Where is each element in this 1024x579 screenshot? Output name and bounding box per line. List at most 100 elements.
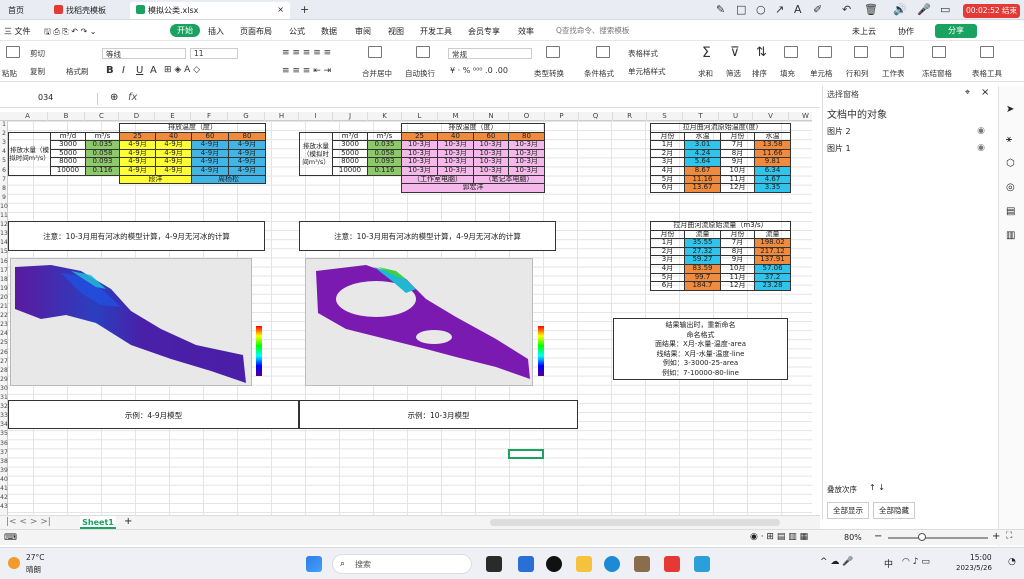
cells-button[interactable]: 单元格 xyxy=(810,68,833,79)
clock-date[interactable]: 2023/5/26 xyxy=(956,564,992,572)
t1-cell[interactable]: 4-9月 xyxy=(228,148,266,159)
t2-cell[interactable]: 5000 xyxy=(332,148,368,159)
fullscreen-icon[interactable]: ⛶ xyxy=(1006,531,1012,541)
t1-cell[interactable]: 4-9月 xyxy=(155,148,192,159)
fill-icon[interactable] xyxy=(784,46,798,58)
t2-cell[interactable]: 10-3月 xyxy=(508,165,545,176)
camera-icon[interactable]: ▭ xyxy=(940,3,950,16)
column-header[interactable]: D xyxy=(119,112,155,121)
t2-cell[interactable]: 10-3月 xyxy=(437,157,474,167)
copy-button[interactable]: 复制 xyxy=(30,66,45,77)
t1-cell[interactable]: 3000 xyxy=(50,140,86,150)
t4-cell[interactable]: 11月 xyxy=(720,272,755,283)
merge-button[interactable]: 合并居中 xyxy=(362,68,392,79)
close-pane-icon[interactable]: × xyxy=(981,87,989,98)
rowcol-button[interactable]: 行和列 xyxy=(846,68,869,79)
row-header[interactable]: 34 xyxy=(0,421,8,428)
row-header[interactable]: 32 xyxy=(0,403,8,410)
column-header[interactable]: K xyxy=(368,112,402,121)
number-format-icons[interactable]: ¥ · % ⁰⁰⁰ .0 .00 xyxy=(450,66,508,75)
delete-icon[interactable]: 🗑 xyxy=(864,3,878,16)
row-header[interactable]: 13 xyxy=(0,230,8,237)
t3-cell[interactable]: 8.67 xyxy=(684,165,721,176)
row-header[interactable]: 38 xyxy=(0,458,8,465)
format-painter-button[interactable]: 格式刷 xyxy=(66,66,89,77)
row-header[interactable]: 16 xyxy=(0,258,8,265)
sort-button[interactable]: 排序 xyxy=(752,68,767,79)
column-header[interactable]: H xyxy=(265,112,299,121)
fx-icon[interactable]: fx xyxy=(128,92,137,103)
column-header[interactable]: I xyxy=(299,112,333,121)
sheet-nav-icons[interactable]: |< < > >| xyxy=(6,517,51,527)
sheet-tab-sheet1[interactable]: Sheet1 xyxy=(80,516,116,529)
t3-cell[interactable]: 11.16 xyxy=(684,174,721,185)
t2-cell[interactable]: 10-3月 xyxy=(437,148,474,159)
row-header[interactable]: 19 xyxy=(0,285,8,292)
column-header[interactable]: W xyxy=(789,112,823,121)
t4-cell[interactable]: 59.27 xyxy=(684,255,721,265)
row-header[interactable]: 2 xyxy=(0,130,8,137)
row-header[interactable]: 29 xyxy=(0,376,8,383)
row-header[interactable]: 12 xyxy=(0,221,8,228)
table-style-button[interactable]: 表格样式 xyxy=(628,48,658,59)
t1-cell[interactable]: 4-9月 xyxy=(119,157,156,167)
row-header[interactable]: 1 xyxy=(0,121,8,128)
convert-icon[interactable] xyxy=(546,46,560,58)
row-header[interactable]: 4 xyxy=(0,148,8,155)
record-stop-button[interactable]: 00:02:52 结束 xyxy=(963,4,1020,18)
column-header[interactable]: Q xyxy=(579,112,613,121)
t1-cell[interactable]: 8000 xyxy=(50,157,86,167)
app-icon[interactable] xyxy=(634,556,650,572)
row-header[interactable]: 37 xyxy=(0,449,8,456)
t4-cell[interactable]: 3月 xyxy=(650,255,685,265)
sheet-button[interactable]: 工作表 xyxy=(882,68,905,79)
t2-cell[interactable]: 10-3月 xyxy=(473,148,509,159)
t2-cell[interactable]: 10-3月 xyxy=(473,140,509,150)
t2-cell[interactable]: 10-3月 xyxy=(508,148,545,159)
show-all-button[interactable]: 全部显示 xyxy=(827,502,869,519)
t3-cell[interactable]: 11.66 xyxy=(753,148,792,159)
t2-cell[interactable]: 10-3月 xyxy=(401,140,438,150)
t1-cell[interactable]: 10000 xyxy=(50,165,86,176)
row-header[interactable]: 22 xyxy=(0,312,8,319)
zoom-slider-thumb[interactable] xyxy=(918,533,926,541)
filter-button[interactable]: 筛选 xyxy=(726,68,741,79)
column-header[interactable]: E xyxy=(155,112,191,121)
object-item[interactable]: 图片 2 ◉ xyxy=(827,126,985,139)
t3-cell[interactable]: 12月 xyxy=(720,183,755,193)
task-view-icon[interactable] xyxy=(486,556,502,572)
row-header[interactable]: 28 xyxy=(0,367,8,374)
cond-format-button[interactable]: 条件格式 xyxy=(584,68,614,79)
fill-button[interactable]: 填充 xyxy=(780,68,795,79)
t1-cell[interactable]: 0.093 xyxy=(85,157,120,167)
volume-icon[interactable]: 🔊 xyxy=(893,3,907,16)
row-header[interactable]: 24 xyxy=(0,330,8,337)
notification-icon[interactable]: ◔ xyxy=(1008,557,1016,567)
t1-cell[interactable]: 4-9月 xyxy=(155,165,192,176)
menu-page-layout[interactable]: 页面布局 xyxy=(240,26,272,37)
t3-cell[interactable]: 4.24 xyxy=(684,148,721,159)
menu-review[interactable]: 审阅 xyxy=(355,26,371,37)
highlight-icon[interactable]: ✐ xyxy=(813,3,822,16)
t1-cell[interactable]: 4-9月 xyxy=(228,140,266,150)
t4-cell[interactable]: 137.91 xyxy=(753,255,792,265)
cell-style-button[interactable]: 单元格样式 xyxy=(628,66,666,77)
freeze-button[interactable]: 冻结窗格 xyxy=(922,68,952,79)
weather-icon[interactable] xyxy=(8,557,20,569)
menu-data[interactable]: 数据 xyxy=(321,26,337,37)
row-header[interactable]: 25 xyxy=(0,339,8,346)
row-header[interactable]: 18 xyxy=(0,276,8,283)
row-header[interactable]: 21 xyxy=(0,303,8,310)
t2-cell[interactable]: 0.058 xyxy=(367,148,402,159)
cloud-status[interactable]: 未上云 xyxy=(852,26,876,37)
note-left[interactable]: 注意：10-3月用有河冰的模型计算，4-9月无河冰的计算 xyxy=(8,221,265,251)
menu-home[interactable]: 开始 xyxy=(170,24,200,37)
add-sheet-button[interactable]: + xyxy=(124,516,132,527)
underline-button[interactable]: U xyxy=(136,65,143,76)
cond-format-icon[interactable] xyxy=(596,46,610,58)
t2-cell[interactable]: 10-3月 xyxy=(473,157,509,167)
bold-button[interactable]: B xyxy=(106,65,114,76)
collab-button[interactable]: 协作 xyxy=(898,26,914,37)
row-header[interactable]: 6 xyxy=(0,167,8,174)
sum-icon[interactable]: Σ xyxy=(702,45,711,61)
